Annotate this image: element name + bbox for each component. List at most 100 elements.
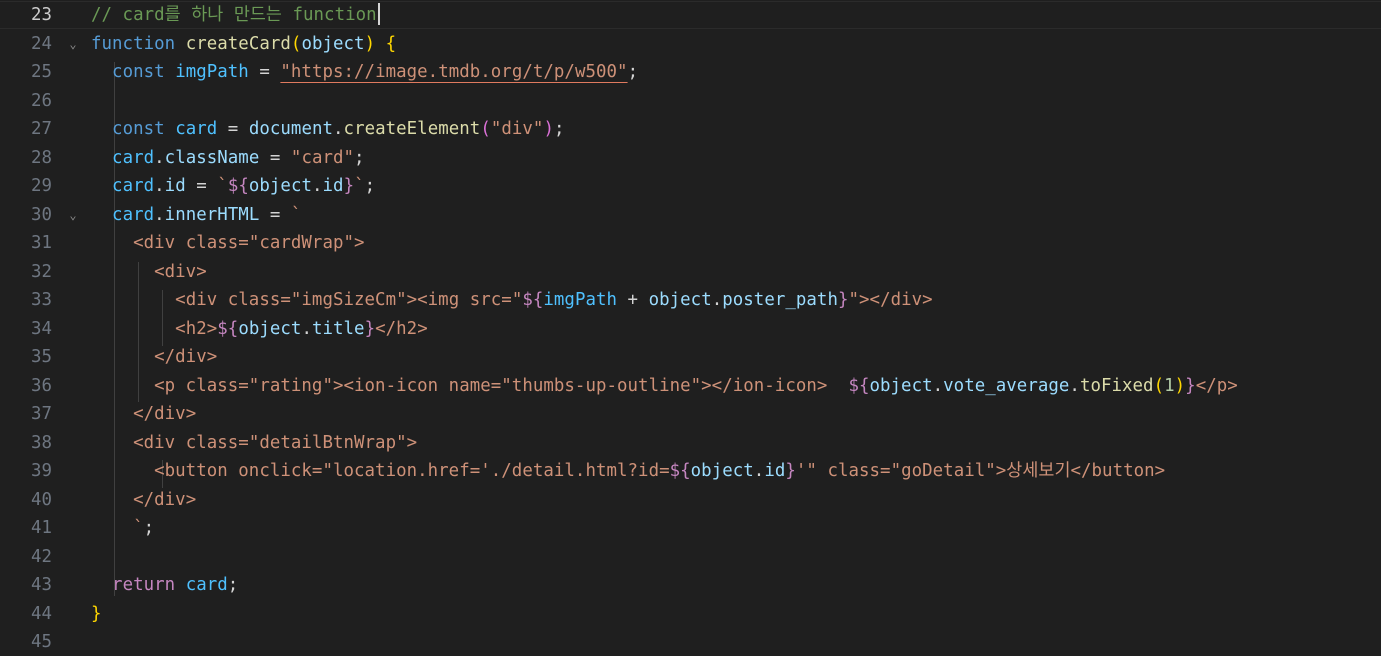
code-text: <button onclick="location.href='./detail…	[91, 457, 1165, 485]
code-text: <div>	[91, 258, 207, 286]
code-token: =	[259, 147, 291, 168]
code-token: </p>	[1195, 375, 1238, 396]
code-token: =	[185, 176, 218, 196]
code-token: ;	[553, 119, 565, 139]
code-token: </h2>	[375, 318, 428, 339]
code-token: "https://image.tmdb.org/t/p/w500"	[280, 62, 628, 82]
code-token: (	[290, 33, 302, 54]
code-token: .	[154, 204, 165, 225]
code-token: )	[543, 119, 554, 139]
code-token: object	[648, 290, 712, 310]
code-line[interactable]: 39 <button onclick="location.href='./det…	[0, 457, 1381, 485]
code-line[interactable]: 38 <div class="detailBtnWrap">	[0, 429, 1381, 457]
code-token: object	[248, 176, 312, 196]
code-line[interactable]: 23 // card를 하나 만드는 function	[0, 1, 1381, 29]
code-text: </div>	[91, 343, 217, 371]
code-line[interactable]: 36 <p class="rating"><ion-icon name="thu…	[0, 372, 1381, 400]
code-token: )	[364, 33, 376, 54]
code-text: <div class="detailBtnWrap">	[91, 429, 417, 457]
code-token: (	[480, 119, 491, 139]
code-line[interactable]: 31 <div class="cardWrap">	[0, 229, 1381, 257]
code-token: object	[869, 375, 933, 396]
code-line[interactable]: 24 ⌄ function createCard(object) {	[0, 30, 1381, 58]
line-number: 31	[30, 233, 52, 253]
code-editor[interactable]: 23 // card를 하나 만드는 function 24 ⌄ function cr…	[0, 0, 1381, 656]
code-line[interactable]: 40 </div>	[0, 486, 1381, 514]
code-line[interactable]: 41 `;	[0, 514, 1381, 542]
code-token: ${	[669, 461, 691, 481]
code-line[interactable]: 30 ⌄ card.innerHTML = `	[0, 201, 1381, 229]
line-number: 43	[30, 575, 52, 595]
code-line[interactable]: 35 </div>	[0, 343, 1381, 371]
code-token: =	[259, 204, 291, 225]
code-token: </div>	[133, 489, 197, 510]
line-number: 23	[30, 5, 52, 25]
code-text: `;	[91, 514, 154, 542]
line-number: 35	[30, 347, 52, 367]
code-text: function createCard(object) {	[91, 30, 396, 58]
code-token: ${	[848, 375, 870, 396]
line-number: 38	[30, 432, 52, 453]
code-line[interactable]: 37 </div>	[0, 400, 1381, 428]
fold-chevron-icon[interactable]: ⌄	[66, 201, 80, 229]
code-token: createCard	[185, 33, 291, 54]
code-line[interactable]: 26	[0, 87, 1381, 115]
code-token: document	[248, 119, 334, 139]
code-line[interactable]: 34 <h2>${object.title}</h2>	[0, 315, 1381, 343]
code-token: '" class="goDetail">상세보기</button>	[795, 461, 1166, 481]
fold-chevron-icon[interactable]: ⌄	[66, 30, 80, 58]
code-token: "div"	[490, 119, 544, 139]
code-text: <div class="cardWrap">	[91, 229, 365, 257]
code-line[interactable]: 25 const imgPath = "https://image.tmdb.o…	[0, 58, 1381, 86]
code-text: </div>	[91, 400, 196, 428]
code-token: innerHTML	[164, 204, 260, 225]
code-token: card	[185, 575, 228, 595]
code-token: id	[764, 461, 786, 481]
code-token: .	[1069, 375, 1080, 396]
code-line[interactable]: 33 <div class="imgSizeCm"><img src="${im…	[0, 286, 1381, 314]
code-token: =	[248, 62, 281, 82]
code-token: (	[1153, 375, 1165, 396]
code-line[interactable]: 43 return card;	[0, 571, 1381, 599]
code-token: ${	[227, 176, 249, 196]
code-token: return	[112, 575, 176, 595]
code-token: </div>	[133, 404, 197, 424]
code-token: ${	[522, 290, 544, 310]
code-token: object	[301, 33, 365, 54]
code-token: imgPath	[175, 62, 249, 82]
code-line[interactable]: 32 <div>	[0, 258, 1381, 286]
code-token: .	[301, 318, 312, 339]
code-line[interactable]: 45	[0, 628, 1381, 656]
code-token: card	[175, 119, 218, 139]
code-token: }	[343, 176, 355, 196]
code-token: <button onclick="location.href='./detail…	[154, 461, 670, 481]
code-token: const	[112, 119, 165, 139]
code-line[interactable]: 29 card.id = `${object.id}`;	[0, 172, 1381, 200]
code-token: ;	[354, 147, 365, 168]
code-token: <div class="detailBtnWrap">	[133, 432, 418, 453]
code-line[interactable]: 27 const card = document.createElement("…	[0, 115, 1381, 143]
code-token: "></div>	[848, 290, 933, 310]
code-token: <div>	[154, 261, 207, 282]
code-line[interactable]: 42	[0, 543, 1381, 571]
code-text: card.className = "card";	[91, 144, 365, 172]
code-token: ;	[364, 176, 376, 196]
line-number: 39	[30, 461, 52, 481]
code-text: const imgPath = "https://image.tmdb.org/…	[91, 58, 638, 86]
code-line[interactable]: 28 card.className = "card";	[0, 144, 1381, 172]
code-token: .	[311, 176, 323, 196]
code-line[interactable]: 44}	[0, 600, 1381, 628]
text-cursor	[377, 3, 380, 25]
code-token: <h2>	[175, 318, 218, 339]
